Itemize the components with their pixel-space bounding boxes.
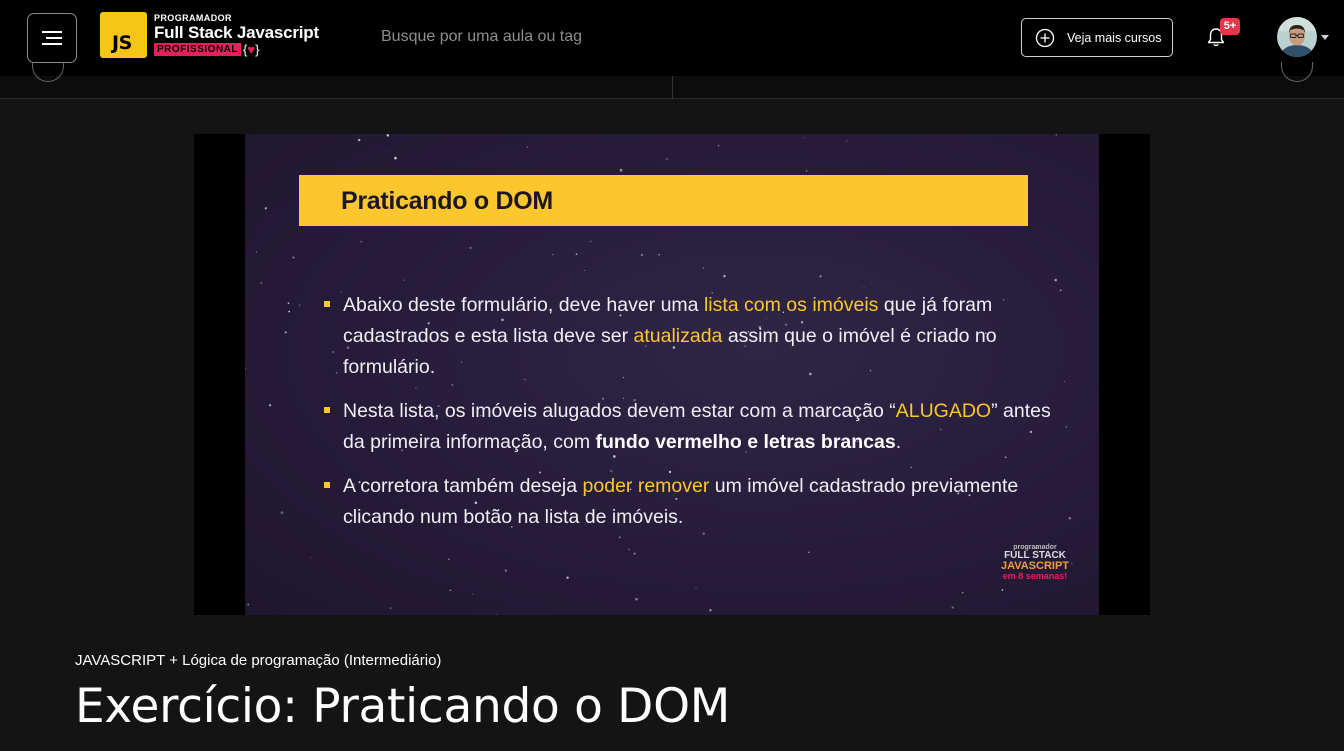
slide-bullet-text: poder remover bbox=[582, 475, 710, 497]
more-courses-button[interactable]: Veja mais cursos bbox=[1021, 18, 1173, 57]
brand-braces-icon: {♥} bbox=[243, 42, 260, 57]
slide-bullet-text: fundo vermelho e letras brancas bbox=[595, 431, 896, 453]
js-logo-icon: JS bbox=[100, 12, 147, 58]
slide-bullet-text: A corretora também deseja bbox=[343, 475, 583, 497]
slide-bullet: A corretora também deseja poder remover … bbox=[323, 471, 1063, 533]
brand-logo[interactable]: JS PROGRAMADOR Full Stack Javascript PRO… bbox=[100, 12, 319, 60]
slide-bullet-text: Abaixo deste formulário, deve haver uma bbox=[343, 294, 704, 316]
next-lesson-button[interactable] bbox=[1281, 62, 1313, 82]
notification-count-badge: 5+ bbox=[1220, 18, 1240, 35]
lesson-title: Exercício: Praticando o DOM bbox=[75, 679, 731, 734]
slide-bullet-text: . bbox=[895, 431, 902, 453]
more-courses-label: Veja mais cursos bbox=[1067, 30, 1162, 45]
search-input[interactable]: Busque por uma aula ou tag bbox=[381, 28, 582, 46]
top-navbar: JS PROGRAMADOR Full Stack Javascript PRO… bbox=[0, 0, 1344, 76]
menu-button[interactable] bbox=[27, 13, 77, 63]
video-player[interactable]: Praticando o DOM Abaixo deste formulário… bbox=[194, 134, 1150, 615]
brand-small-text: PROGRAMADOR bbox=[154, 13, 232, 23]
plus-circle-icon bbox=[1035, 28, 1055, 47]
slide-bullet: Abaixo deste formulário, deve haver uma … bbox=[323, 290, 1063, 383]
lesson-nav-strip bbox=[0, 62, 1344, 99]
course-watermark: programador FULL STACK JAVASCRIPT em 8 s… bbox=[1000, 544, 1070, 581]
strip-divider bbox=[672, 76, 673, 99]
avatar-image bbox=[1277, 17, 1317, 57]
course-name[interactable]: JAVASCRIPT + Lógica de programação (Inte… bbox=[75, 652, 441, 669]
slide-title-bar: Praticando o DOM bbox=[299, 175, 1028, 226]
slide-bullet-text: ALUGADO bbox=[895, 400, 992, 422]
video-slide: Praticando o DOM Abaixo deste formulário… bbox=[245, 134, 1099, 615]
slide-title: Praticando o DOM bbox=[341, 187, 553, 215]
slide-bullet-text: atualizada bbox=[633, 325, 723, 347]
previous-lesson-button[interactable] bbox=[32, 62, 64, 82]
chevron-down-icon[interactable] bbox=[1321, 35, 1329, 40]
hamburger-menu-icon bbox=[42, 31, 62, 45]
brand-pro-tag: PROFISSIONAL bbox=[154, 43, 242, 56]
slide-bullet: Nesta lista, os imóveis alugados devem e… bbox=[323, 396, 1063, 458]
brand-name: Full Stack Javascript bbox=[154, 23, 319, 42]
slide-bullet-text: lista com os imóveis bbox=[703, 294, 879, 316]
slide-bullet-list: Abaixo deste formulário, deve haver uma … bbox=[323, 290, 1063, 546]
user-avatar[interactable] bbox=[1277, 17, 1317, 57]
slide-bullet-text: Nesta lista, os imóveis alugados devem e… bbox=[343, 400, 896, 422]
